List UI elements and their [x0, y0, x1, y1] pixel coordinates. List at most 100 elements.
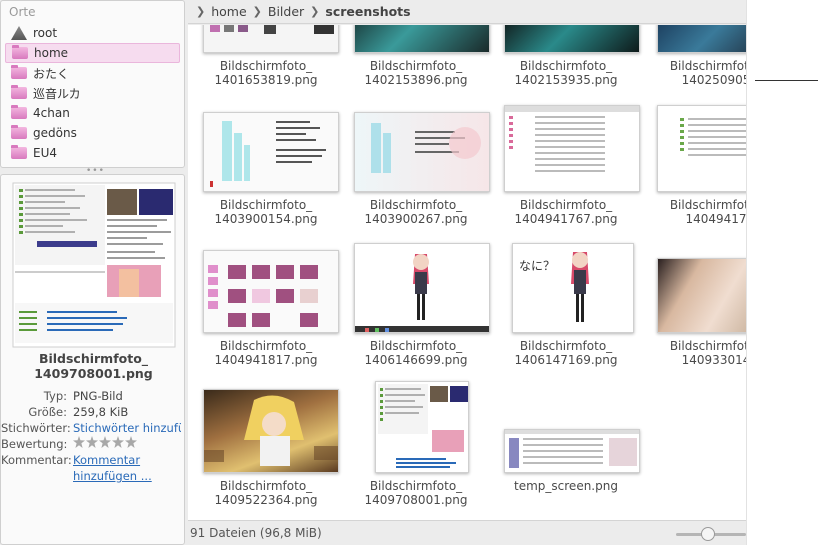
- file-name-line: Bildschirmfoto_: [369, 479, 463, 493]
- file-name-line: Bildschirmfoto_: [369, 339, 463, 353]
- file-thumbnail: [203, 25, 339, 53]
- place-eu4[interactable]: EU4: [5, 143, 180, 163]
- file-name: Bildschirmfoto_ 1409708001.png: [341, 479, 491, 507]
- file-item[interactable]: Bildschirmfoto_ 1409708001.png: [341, 381, 491, 512]
- file-name-line: 1404941817.png: [214, 353, 318, 367]
- window-divider: [755, 80, 818, 81]
- folder-icon: [11, 125, 27, 139]
- place-label: gedöns: [33, 126, 77, 140]
- file-name-line: Bildschirmfoto_: [669, 339, 746, 353]
- chevron-right-icon: ❯: [196, 5, 206, 18]
- folder-icon: [12, 45, 28, 59]
- folder-icon: [11, 145, 27, 159]
- rating-stars[interactable]: [73, 436, 181, 452]
- file-thumbnail: [203, 250, 339, 333]
- folder-icon: [11, 85, 27, 99]
- folder-icon: [11, 65, 27, 79]
- place-label: 巡音ルカ: [33, 86, 81, 101]
- file-item[interactable]: Bildschirmfoto_ 1403900267.png: [341, 110, 491, 230]
- file-thumbnail: [504, 105, 640, 192]
- file-name-line: Bildschirmfoto_: [519, 198, 613, 212]
- file-name: Bildschirmfoto_ 1403900154.png: [191, 198, 341, 226]
- file-thumbnail: [354, 25, 490, 53]
- place-label: 4chan: [33, 106, 70, 120]
- file-name: Bildschirmfoto_ 1402153935.png: [491, 59, 641, 87]
- place-root[interactable]: root: [5, 23, 180, 43]
- meta-type-row: Typ: PNG-Bild: [1, 388, 186, 404]
- file-item[interactable]: Bildschirmfoto_ 1402153935.png: [491, 25, 641, 90]
- file-name-line: Bildschirmfoto_: [219, 479, 313, 493]
- file-item[interactable]: Bildschirmfoto_ 1409522364.png: [191, 387, 341, 512]
- add-tags-link[interactable]: Stichwörter hinzufügen ...: [73, 420, 181, 436]
- place-home[interactable]: home: [5, 43, 180, 63]
- zoom-slider[interactable]: [676, 527, 746, 541]
- meta-size-label: Größe:: [28, 405, 67, 419]
- file-item[interactable]: Bildschirmfoto_14049417: [641, 105, 746, 230]
- star-icon[interactable]: [125, 436, 137, 448]
- file-thumbnail: [375, 381, 469, 473]
- star-icon[interactable]: [99, 436, 111, 448]
- place-luka[interactable]: 巡音ルカ: [5, 83, 180, 103]
- file-thumbnail: [203, 389, 339, 473]
- file-name: Bildschirmfoto_ 1409522364.png: [191, 479, 341, 507]
- file-name: Bildschirmfoto_140933014: [641, 339, 746, 367]
- tree-icon: [11, 26, 27, 40]
- chevron-right-icon: ❯: [252, 5, 262, 18]
- file-name: Bildschirmfoto_140250905: [641, 59, 746, 87]
- file-item[interactable]: Bildschirmfoto_ 1404941817.png: [191, 250, 341, 370]
- place-gedoens[interactable]: gedöns: [5, 123, 180, 143]
- file-item[interactable]: Bildschirmfoto_140933014: [641, 250, 746, 370]
- meta-tags-row: Stichwörter: Stichwörter hinzufügen ...: [1, 420, 186, 436]
- place-label: home: [34, 46, 69, 60]
- file-icon-view[interactable]: Bildschirmfoto_ 1401653819.png Bildschirm…: [188, 25, 746, 520]
- breadcrumb-home[interactable]: home: [211, 4, 246, 19]
- file-name-line: Bildschirmfoto_: [219, 339, 313, 353]
- file-item[interactable]: Bildschirmfoto_ 1406146699.png: [341, 243, 491, 370]
- file-item[interactable]: Bildschirmfoto_ 1402153896.png: [341, 25, 491, 90]
- file-thumbnail: [354, 112, 490, 192]
- file-name: Bildschirmfoto_ 1406147169.png: [491, 339, 641, 367]
- add-comment-link[interactable]: Kommentar hinzufügen ...: [73, 452, 181, 484]
- breadcrumb-screenshots[interactable]: screenshots: [325, 4, 410, 19]
- meta-rating-label: Bewertung:: [1, 437, 68, 451]
- file-name-line: Bildschirmfoto_: [369, 59, 463, 73]
- file-item[interactable]: Bildschirmfoto_ 1401653819.png: [191, 25, 341, 90]
- star-icon[interactable]: [112, 436, 124, 448]
- star-icon[interactable]: [86, 436, 98, 448]
- file-name-line: 1404941767.png: [514, 212, 618, 226]
- meta-tags-label: Stichwörter:: [1, 421, 71, 435]
- information-panel: Bildschirmfoto_ 1409708001.png Typ: PNG-…: [0, 174, 185, 545]
- file-name-line: Bildschirmfoto_: [519, 339, 613, 353]
- zoom-slider-handle[interactable]: [701, 527, 715, 541]
- places-panel: Orte root home おたく 巡音ルカ 4chan gedöns EU4: [0, 0, 185, 168]
- breadcrumb-bilder[interactable]: Bilder: [268, 4, 304, 19]
- place-label: おたく: [33, 66, 70, 81]
- file-name-line: 1401653819.png: [214, 73, 318, 87]
- file-thumbnail: [657, 25, 746, 53]
- breadcrumb: ❯ home ❯ Bilder ❯ screenshots: [188, 0, 746, 24]
- meta-size-row: Größe: 259,8 KiB: [1, 404, 186, 420]
- file-thumbnail: なに？: [512, 243, 634, 333]
- place-otaku[interactable]: おたく: [5, 63, 180, 83]
- star-icon[interactable]: [73, 436, 85, 448]
- file-count-text: 91 Dateien (96,8 MiB): [190, 526, 322, 540]
- file-name-line: Bildschirmfoto_: [669, 59, 746, 73]
- file-name-line: 1402153896.png: [364, 73, 468, 87]
- file-item[interactable]: Bildschirmfoto_ 1404941767.png: [491, 105, 641, 230]
- file-name-line: 1402153935.png: [514, 73, 618, 87]
- file-name: Bildschirmfoto_ 1401653819.png: [191, 59, 341, 87]
- file-name: Bildschirmfoto_ 1409708001.png: [1, 351, 186, 381]
- file-name-line: Bildschirmfoto_: [219, 198, 313, 212]
- file-preview: [7, 179, 182, 349]
- file-name-line: Bildschirmfoto_: [369, 198, 463, 212]
- file-name-line: 1406146699.png: [364, 353, 468, 367]
- file-name-line: 1406147169.png: [514, 353, 618, 367]
- file-name-line: Bildschirmfoto_: [38, 351, 149, 366]
- file-item[interactable]: なに？ Bildschirmfoto_ 1406147169.png: [491, 243, 641, 370]
- file-item[interactable]: Bildschirmfoto_ 1403900154.png: [191, 110, 341, 230]
- file-item[interactable]: temp_screen.png: [491, 387, 641, 512]
- file-name-line: 1409708001.png: [34, 366, 153, 381]
- file-name: Bildschirmfoto_ 1403900267.png: [341, 198, 491, 226]
- place-4chan[interactable]: 4chan: [5, 103, 180, 123]
- file-item[interactable]: Bildschirmfoto_140250905: [641, 25, 746, 90]
